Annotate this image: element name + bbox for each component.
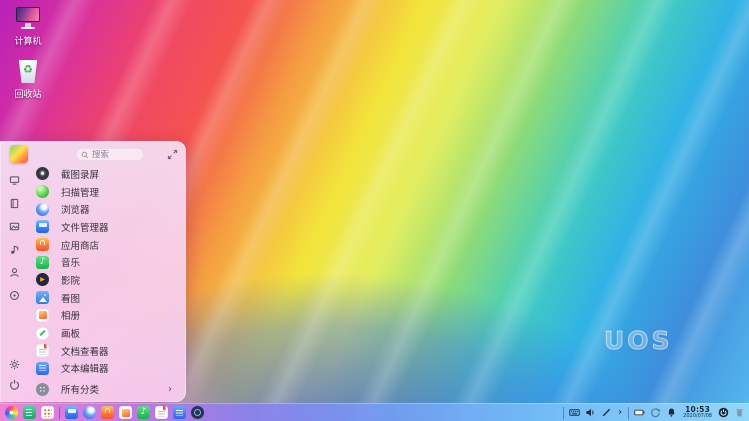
app-label: 音乐 [61,255,80,269]
desktop-icon-area: 计算机 ♻ 回收站 [4,6,52,100]
power-icon[interactable] [9,379,20,390]
system-tray: › 10:53 2020/07/08 [563,406,745,420]
office-category-icon[interactable] [9,198,20,209]
pen-icon[interactable] [601,407,612,418]
games-category-icon[interactable] [9,290,20,301]
document-viewer-icon [36,344,49,357]
clock-date: 2020/07/08 [683,414,712,419]
app-item-app-store[interactable]: 应用商店 [28,236,182,254]
terminal-icon[interactable] [23,406,36,419]
launcher-logo-icon [10,145,28,163]
all-categories-icon [36,383,49,396]
sync-icon[interactable] [650,407,661,418]
text-editor-icon[interactable] [173,406,186,419]
app-label: 画板 [61,326,80,340]
screenshot-recorder-icon [36,167,49,180]
app-item-browser[interactable]: 浏览器 [28,200,182,218]
document-viewer-icon[interactable] [155,406,168,419]
app-label: 截图录屏 [61,167,99,181]
app-label: 应用商店 [61,238,99,252]
app-store-icon [36,238,49,251]
desktop-icon-label: 回收站 [14,87,41,100]
all-categories-row[interactable]: 所有分类 › [28,380,182,398]
tray-expand-chevron[interactable]: › [617,407,623,418]
app-label: 文件管理器 [61,220,109,234]
keyboard-icon[interactable] [569,407,580,418]
album-icon[interactable] [119,406,132,419]
search-box[interactable] [76,148,144,161]
app-label: 扫描管理 [61,185,99,199]
dock-separator [59,407,60,419]
volume-icon[interactable] [585,407,596,418]
app-item-text-editor[interactable]: 文本编辑器 [28,360,182,378]
scanner-manager-icon [36,185,49,198]
clock[interactable]: 10:53 2020/07/08 [682,406,713,420]
app-label: 文档查看器 [61,344,109,358]
app-label: 文本编辑器 [61,361,109,375]
launcher-icon[interactable] [5,406,18,419]
desktop: UOS 计算机 ♻ 回收站 [0,0,749,421]
notification-bell-icon[interactable] [666,407,677,418]
app-grid-icon[interactable] [41,406,54,419]
music-category-icon[interactable] [9,244,20,255]
app-item-music[interactable]: 音乐 [28,253,182,271]
launcher-sidebar-bottom [9,359,20,396]
album-icon [36,309,49,322]
app-item-scanner-manager[interactable]: 扫描管理 [28,183,182,201]
app-item-file-manager[interactable]: 文件管理器 [28,218,182,236]
image-viewer-icon [36,291,49,304]
app-label: 浏览器 [61,202,90,216]
file-manager-icon[interactable] [65,406,78,419]
app-label: 看图 [61,291,80,305]
browser-icon [36,203,49,216]
app-item-draw[interactable]: 画板 [28,324,182,342]
app-item-album[interactable]: 相册 [28,307,182,325]
launcher-app-list: 截图录屏 扫描管理 浏览器 文件管理器 应用商店 音乐 [28,165,182,398]
app-item-image-viewer[interactable]: 看图 [28,289,182,307]
launcher-category-sidebar [0,171,28,396]
launcher-header [0,141,186,167]
video-category-icon[interactable] [9,175,20,186]
desktop-icon-recycle-bin[interactable]: ♻ 回收站 [4,60,52,100]
app-item-screenshot-recorder[interactable]: 截图录屏 [28,165,182,183]
power-icon[interactable] [718,407,729,418]
uos-watermark: UOS [604,326,673,355]
expand-fullscreen-icon[interactable] [167,149,178,160]
tray-separator [628,407,629,419]
recycle-bin-icon: ♻ [18,60,38,83]
clock-time: 10:53 [683,406,712,414]
app-item-movie[interactable]: 影院 [28,271,182,289]
desktop-icon-computer[interactable]: 计算机 [4,6,52,47]
file-manager-icon [36,220,49,233]
chevron-right-icon: › [168,384,182,395]
tray-separator [563,407,564,419]
app-store-icon[interactable] [101,406,114,419]
app-label: 相册 [61,308,80,322]
app-label: 所有分类 [61,382,99,396]
app-item-document-viewer[interactable]: 文档查看器 [28,342,182,360]
search-icon [81,151,89,159]
chat-category-icon[interactable] [9,267,20,278]
app-label: 影院 [61,273,80,287]
settings-gear-icon[interactable] [9,359,20,370]
taskbar: › 10:53 2020/07/08 [0,403,749,421]
control-center-icon[interactable] [191,406,204,419]
search-input[interactable] [92,150,139,160]
music-icon [36,256,49,269]
music-icon[interactable] [137,406,150,419]
computer-icon [15,6,41,30]
browser-icon[interactable] [83,406,96,419]
draw-icon [36,327,49,340]
photo-category-icon[interactable] [9,221,20,232]
trash-icon[interactable] [734,407,745,418]
text-editor-icon [36,362,49,375]
battery-icon[interactable] [634,407,645,418]
launcher-panel: 截图录屏 扫描管理 浏览器 文件管理器 应用商店 音乐 [0,141,186,402]
desktop-icon-label: 计算机 [14,34,41,47]
movie-icon [36,273,49,286]
